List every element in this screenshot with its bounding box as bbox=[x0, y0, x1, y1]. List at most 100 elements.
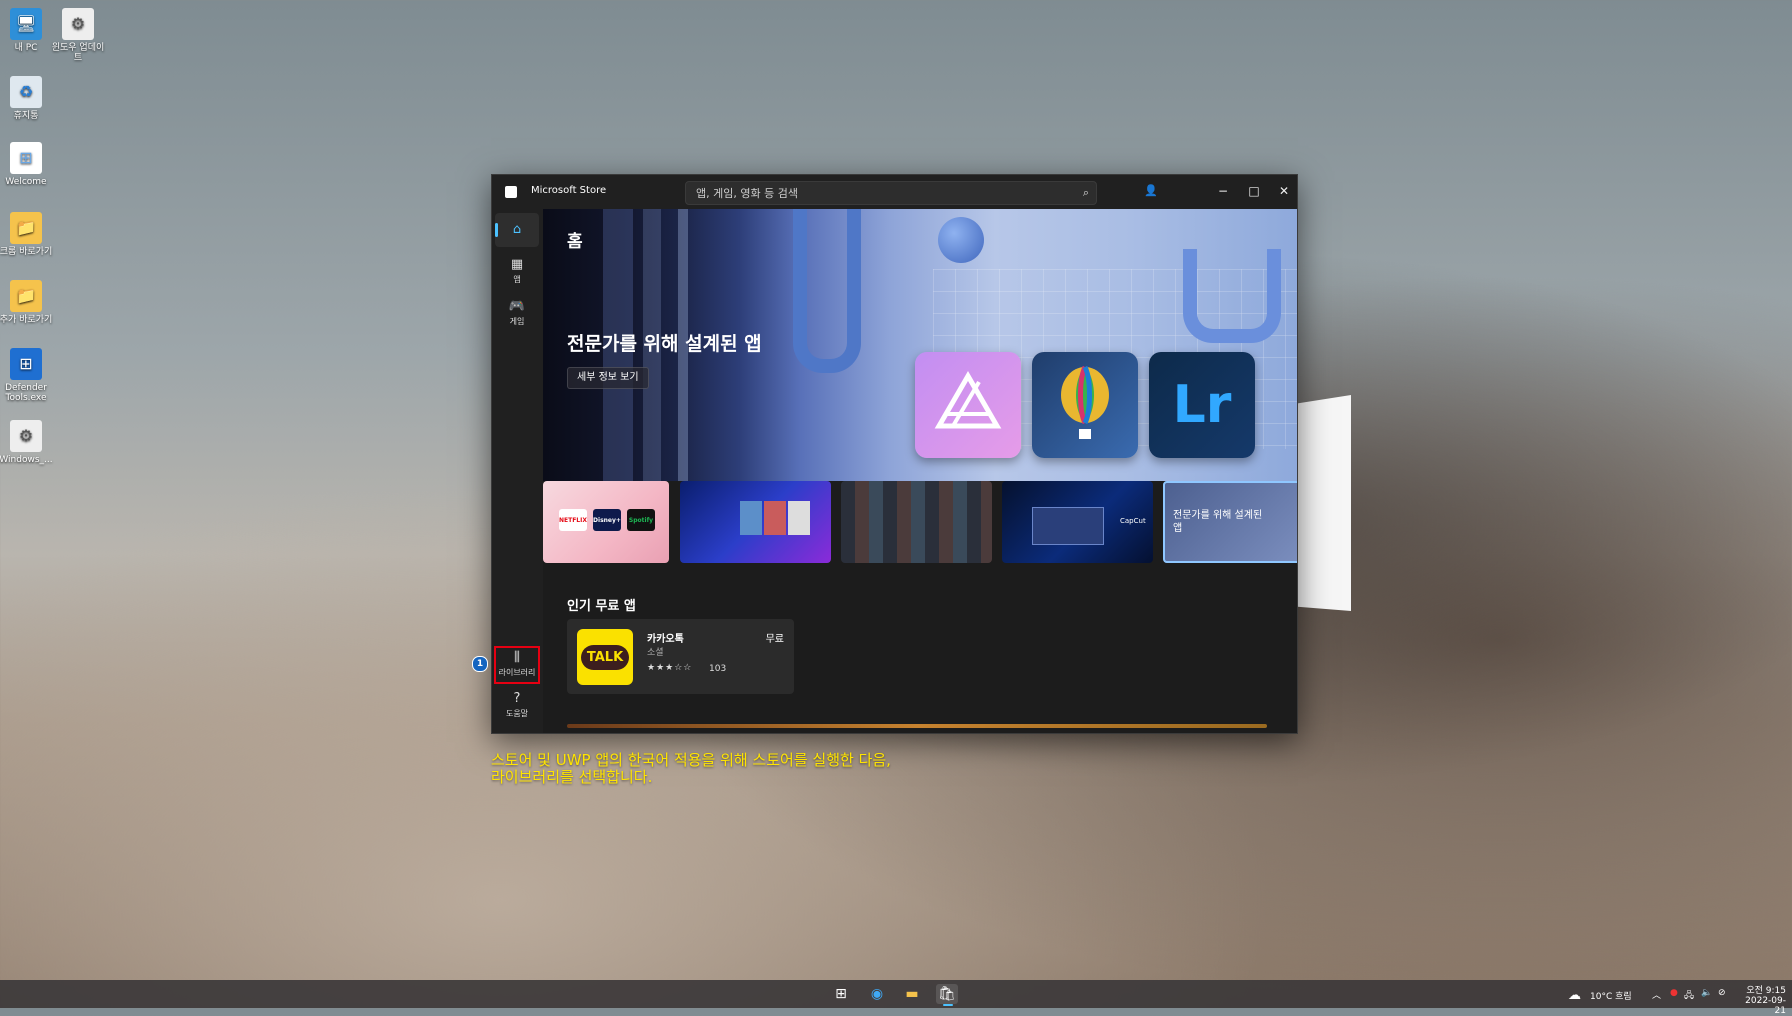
store-logo-icon bbox=[505, 186, 517, 198]
desktop-icon-label: 내 PC bbox=[14, 43, 38, 53]
game-cover bbox=[764, 501, 786, 535]
clock-time: 오전 9:15 bbox=[1746, 986, 1786, 996]
minimize-button[interactable]: − bbox=[1209, 179, 1237, 203]
network-icon[interactable]: 🖧 bbox=[1684, 988, 1694, 1004]
lightroom-logo-text: Lr bbox=[1172, 375, 1232, 435]
nav-library-label: 라이브러리 bbox=[498, 668, 536, 677]
kakaotalk-icon: TALK bbox=[577, 629, 633, 685]
caption-line-2: 라이브러리를 선택합니다. bbox=[491, 768, 653, 786]
carousel-card-games[interactable] bbox=[680, 481, 831, 563]
start-button-icon[interactable]: ⊞ bbox=[830, 984, 852, 1004]
desktop-icon-label: 윈도우 업데이트 bbox=[51, 43, 105, 63]
desktop-icon-welcome[interactable]: ⊞ Welcome bbox=[0, 142, 54, 187]
caption-line-1: 스토어 및 UWP 앱의 한국어 적용을 위해 스토어를 실행한 다음, bbox=[491, 751, 891, 769]
hero-heading: 전문가를 위해 설계된 앱 bbox=[567, 333, 762, 355]
cloud-icon: ☁ bbox=[1568, 988, 1581, 1003]
folder-icon: 📁 bbox=[10, 280, 42, 312]
game-cover bbox=[788, 501, 810, 535]
nav-games[interactable]: 🎮 게임 bbox=[495, 299, 539, 327]
coreldraw-tile[interactable] bbox=[1032, 352, 1138, 458]
weather-text[interactable]: 10°C 흐림 bbox=[1590, 989, 1632, 1002]
nav-help[interactable]: ? 도움말 bbox=[495, 691, 539, 719]
apps-icon: ▦ bbox=[510, 257, 524, 272]
hero-banner[interactable]: 홈 전문가를 위해 설계된 앱 세부 정보 보기 Lr bbox=[543, 209, 1297, 481]
title-bar[interactable]: Microsoft Store ⌕ 👤 − □ ✕ bbox=[492, 175, 1297, 209]
carousel-card-capcut[interactable]: CapCut bbox=[1002, 481, 1153, 563]
file-explorer-icon[interactable]: ▬ bbox=[901, 984, 923, 1004]
app-category: 소셜 bbox=[647, 648, 664, 658]
gamepad-icon: 🎮 bbox=[508, 299, 526, 314]
recycle-bin-icon: ♻ bbox=[10, 76, 42, 108]
nav-apps-label: 앱 bbox=[513, 275, 521, 284]
tray-chevron-icon[interactable]: ︿ bbox=[1652, 988, 1661, 1001]
page-title: 홈 bbox=[567, 232, 583, 252]
desktop-icon-folder-1[interactable]: 📁 크롬 바로가기 bbox=[0, 212, 54, 257]
nav-games-label: 게임 bbox=[509, 317, 525, 326]
account-icon[interactable]: 👤 bbox=[1143, 184, 1159, 200]
hero-ball-decor bbox=[938, 217, 984, 263]
taskbar: ⊞ ◉ ▬ 🛍 ☁ 10°C 흐림 ︿ ● 🖧 🔈 ⊘ 오전 9:15 2022… bbox=[0, 980, 1792, 1016]
nav-apps[interactable]: ▦ 앱 bbox=[495, 257, 539, 285]
window-title: Microsoft Store bbox=[531, 185, 607, 196]
help-icon: ? bbox=[513, 691, 521, 706]
language-icon[interactable]: ⊘ bbox=[1718, 988, 1726, 998]
gear-icon: ⚙ bbox=[10, 420, 42, 452]
balloon-icon bbox=[1061, 365, 1109, 439]
gear-icon: ⚙ bbox=[62, 8, 94, 40]
desktop-icon-folder-2[interactable]: 📁 추가 바로가기 bbox=[0, 280, 54, 325]
navigation-rail: ⌂ ▦ 앱 🎮 게임 ⫼ 라이브러리 ? 도움말 bbox=[492, 209, 542, 733]
carousel-card-streaming[interactable]: NETFLIX Disney+ Spotify bbox=[543, 481, 669, 563]
clock-date: 2022-09-21 bbox=[1745, 996, 1786, 1016]
search-box[interactable]: ⌕ bbox=[685, 181, 1097, 205]
folder-icon: 📁 bbox=[10, 212, 42, 244]
nav-library[interactable]: ⫼ 라이브러리 bbox=[494, 646, 540, 684]
carousel-card-pro-apps[interactable]: 전문가를 위해 설계된 앱 bbox=[1163, 481, 1297, 563]
instruction-caption: 스토어 및 UWP 앱의 한국어 적용을 위해 스토어를 실행한 다음, 라이브… bbox=[491, 752, 891, 786]
defender-shield-icon: ⊞ bbox=[10, 348, 42, 380]
store-window: Microsoft Store ⌕ 👤 − □ ✕ ⌂ ▦ 앱 🎮 게임 ⫼ 라… bbox=[491, 174, 1298, 734]
disney-logo: Disney+ bbox=[593, 509, 621, 531]
talk-bubble-icon: TALK bbox=[580, 644, 630, 670]
kakaotalk-app-card[interactable]: TALK 카카오톡 무료 소셜 ★★★☆☆ 103 bbox=[567, 619, 794, 694]
windows-logo-icon: ⊞ bbox=[10, 142, 42, 174]
nav-home[interactable]: ⌂ bbox=[495, 213, 539, 247]
game-cover bbox=[740, 501, 762, 535]
clock[interactable]: 오전 9:15 2022-09-21 bbox=[1742, 983, 1786, 1016]
volume-icon[interactable]: 🔈 bbox=[1701, 988, 1712, 998]
desktop-icon-label: 추가 바로가기 bbox=[0, 315, 53, 325]
app-name: 카카오톡 bbox=[647, 634, 684, 645]
desktop-icon-this-pc[interactable]: 🖥 내 PC bbox=[0, 8, 54, 53]
popular-free-apps-title[interactable]: 인기 무료 앱 bbox=[567, 595, 636, 614]
library-icon: ⫼ bbox=[514, 650, 520, 665]
close-button[interactable]: ✕ bbox=[1270, 179, 1297, 203]
desktop-icon-label: 크롬 바로가기 bbox=[0, 247, 53, 257]
search-input[interactable] bbox=[694, 184, 1068, 202]
desktop-icon-windows-tool[interactable]: ⚙ Windows_... bbox=[0, 420, 54, 465]
desktop-icon-label: 휴지통 bbox=[13, 111, 39, 121]
hero-pipe-decor bbox=[793, 209, 861, 373]
store-taskbar-icon[interactable]: 🛍 bbox=[936, 984, 958, 1006]
edge-browser-icon[interactable]: ◉ bbox=[866, 984, 888, 1004]
home-icon: ⌂ bbox=[512, 222, 522, 237]
tray-app-icon[interactable]: ● bbox=[1670, 988, 1678, 998]
search-icon[interactable]: ⌕ bbox=[1083, 186, 1089, 200]
laptop-screen bbox=[1032, 507, 1104, 545]
desktop-icon-recycle-bin[interactable]: ♻ 휴지통 bbox=[0, 76, 54, 121]
desktop-icon-defender-tools[interactable]: ⊞ Defender Tools.exe bbox=[0, 348, 54, 403]
details-button[interactable]: 세부 정보 보기 bbox=[567, 367, 649, 389]
maximize-button[interactable]: □ bbox=[1240, 179, 1268, 203]
affinity-photo-tile[interactable] bbox=[915, 352, 1021, 458]
nav-help-label: 도움말 bbox=[505, 709, 529, 718]
next-section-edge bbox=[567, 724, 1267, 728]
netflix-logo: NETFLIX bbox=[559, 509, 587, 531]
lightroom-tile[interactable]: Lr bbox=[1149, 352, 1255, 458]
star-rating-icon: ★★★☆☆ bbox=[647, 663, 693, 673]
main-content: 홈 전문가를 위해 설계된 앱 세부 정보 보기 Lr NETFLIX Disn… bbox=[543, 209, 1297, 733]
step-number-badge: 1 bbox=[472, 656, 488, 672]
carousel-card-movies[interactable] bbox=[841, 481, 992, 563]
desktop-icon-label: Welcome bbox=[5, 177, 47, 187]
spotify-logo: Spotify bbox=[627, 509, 655, 531]
desktop-icon-update[interactable]: ⚙ 윈도우 업데이트 bbox=[50, 8, 106, 63]
desktop-icon-label: Windows_... bbox=[0, 455, 53, 465]
carousel-card-text: 전문가를 위해 설계된 앱 bbox=[1173, 510, 1263, 534]
